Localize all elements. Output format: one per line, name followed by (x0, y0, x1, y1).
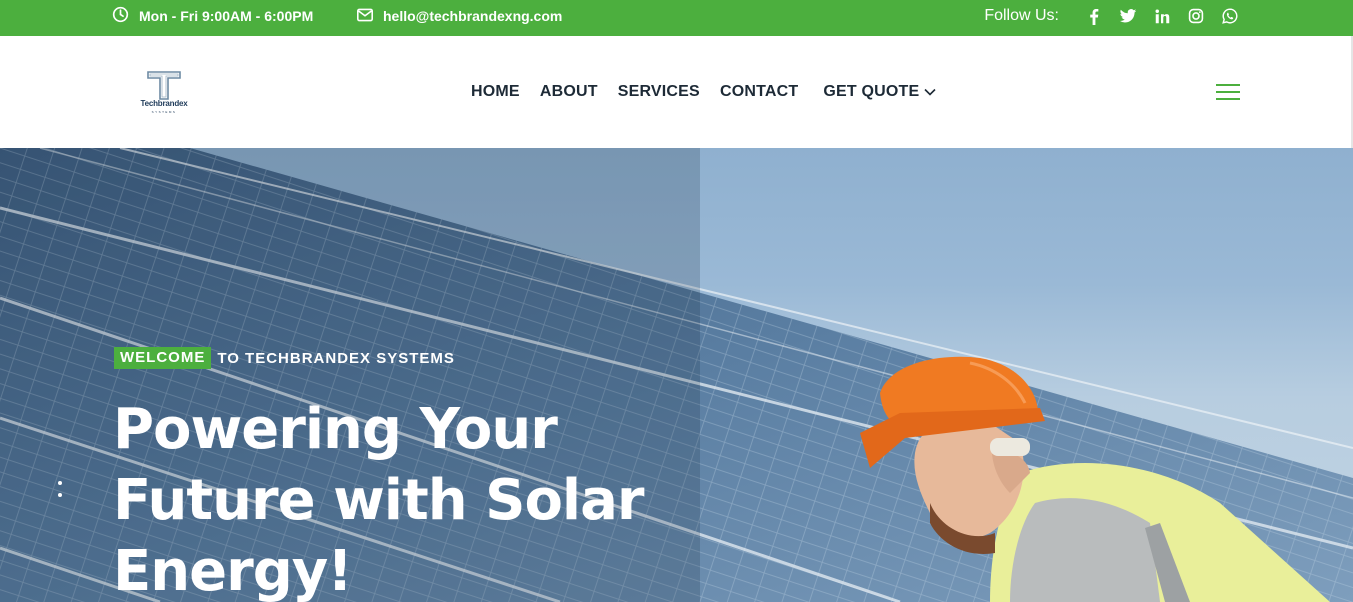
email-link[interactable]: hello@techbrandexng.com (383, 8, 562, 24)
welcome-badge: WELCOME (114, 347, 212, 369)
logo-tagline: SYSTEMS (151, 110, 177, 114)
email-contact[interactable]: hello@techbrandexng.com (357, 0, 562, 32)
welcome-text: TO TECHBRANDEX SYSTEMS (217, 349, 455, 367)
clock-icon (112, 6, 139, 26)
nav-about[interactable]: ABOUT (540, 83, 598, 101)
site-logo[interactable]: Techbrandex SYSTEMS (137, 70, 191, 118)
nav-services[interactable]: SERVICES (618, 83, 700, 101)
slider-dots[interactable] (58, 481, 64, 501)
nav-contact[interactable]: CONTACT (720, 83, 798, 101)
envelope-icon (357, 8, 383, 25)
follow-label: Follow Us: (984, 7, 1059, 24)
linkedin-icon[interactable] (1151, 5, 1173, 27)
twitter-icon[interactable] (1117, 5, 1139, 27)
hamburger-icon[interactable] (1216, 84, 1240, 102)
hero-banner: WELCOME TO TECHBRANDEX SYSTEMS Powering … (0, 148, 1353, 602)
hero-title: Powering Your Future with Solar Energy! (113, 394, 673, 602)
top-bar: Mon - Fri 9:00AM - 6:00PM hello@techbran… (0, 0, 1353, 36)
hero-title-line-1: Powering Your (113, 397, 558, 462)
worker-image (860, 356, 1330, 602)
nav-get-quote[interactable]: GET QUOTE (823, 83, 936, 101)
logo-name: Techbrandex (140, 99, 188, 108)
hero-title-line-2: Future with Solar (113, 468, 645, 533)
main-nav: HOME ABOUT SERVICES CONTACT GET QUOTE (471, 80, 956, 104)
site-header: Techbrandex SYSTEMS HOME ABOUT SERVICES … (0, 36, 1353, 148)
facebook-icon[interactable] (1083, 5, 1105, 27)
hours-text: Mon - Fri 9:00AM - 6:00PM (139, 8, 314, 24)
instagram-icon[interactable] (1185, 5, 1207, 27)
whatsapp-icon[interactable] (1219, 5, 1241, 27)
chevron-down-icon (919, 83, 936, 101)
logo-t-mark (147, 71, 181, 100)
welcome-tagline: WELCOME TO TECHBRANDEX SYSTEMS (114, 347, 455, 369)
hero-title-line-3: Energy! (113, 539, 353, 602)
get-quote-label: GET QUOTE (823, 83, 920, 100)
nav-home[interactable]: HOME (471, 83, 520, 101)
business-hours: Mon - Fri 9:00AM - 6:00PM (112, 0, 313, 32)
social-follow: Follow Us: (984, 0, 1241, 32)
